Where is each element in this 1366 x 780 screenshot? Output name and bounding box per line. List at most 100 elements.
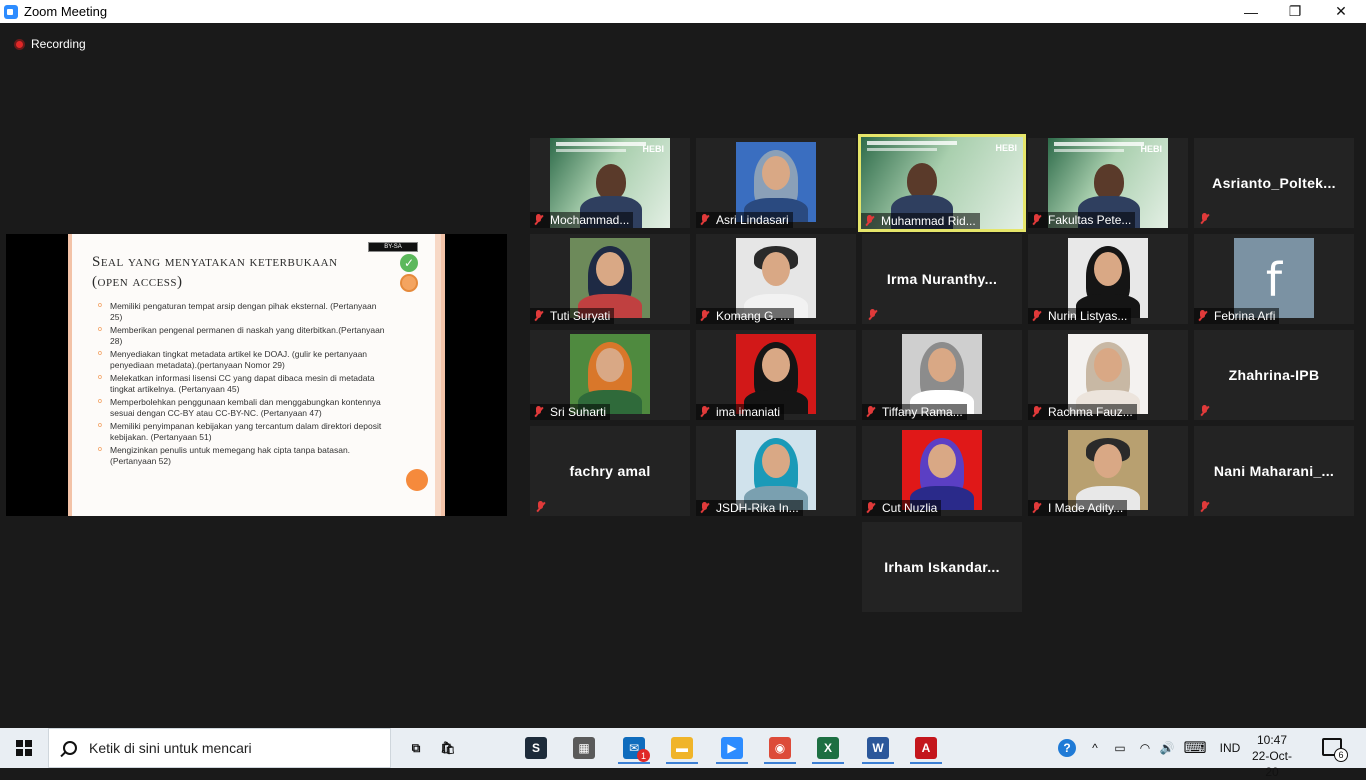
mic-muted-icon [1198, 213, 1212, 225]
participant-photo [736, 334, 816, 414]
mic-muted-icon [864, 502, 878, 514]
windows-start-icon[interactable] [16, 740, 32, 756]
calculator-taskbar-button[interactable]: ▦ [564, 732, 604, 764]
app-s-taskbar-button[interactable]: S [516, 732, 556, 764]
zoom-taskbar-button[interactable]: ▶ [712, 732, 752, 764]
minimize-button[interactable]: — [1228, 0, 1274, 23]
mic-muted-icon [698, 502, 712, 514]
participant-name-bar: Asri Lindasari [696, 212, 793, 228]
participant-name: fachry amal [569, 463, 651, 479]
open-access-icon [400, 274, 418, 292]
chevron-up-icon[interactable]: ^ [1086, 728, 1104, 768]
recording-indicator[interactable]: Recording [14, 37, 86, 51]
participant-tile[interactable]: Sri Suharti [530, 330, 690, 420]
participant-photo [1068, 430, 1148, 510]
participant-name: I Made Adity... [1048, 501, 1124, 515]
search-icon [63, 741, 77, 755]
participant-tile[interactable]: Asri Lindasari [696, 138, 856, 228]
mic-muted-icon [698, 310, 712, 322]
word-taskbar-button[interactable]: W [858, 732, 898, 764]
participant-photo [570, 334, 650, 414]
acrobat-taskbar-button[interactable]: A [906, 732, 946, 764]
participant-name: Irma Nuranthy... [886, 271, 998, 287]
store-taskbar-button[interactable]: 🛍 [428, 732, 468, 764]
help-icon[interactable]: ? [1056, 728, 1078, 768]
search-placeholder: Ketik di sini untuk mencari [89, 740, 252, 756]
mic-muted-icon [1198, 501, 1212, 513]
excel-taskbar-button[interactable]: X [808, 732, 848, 764]
restore-button[interactable]: ❐ [1272, 0, 1318, 23]
participant-name: Mochammad... [550, 213, 630, 227]
participant-tile[interactable]: Cut Nuzlia [862, 426, 1022, 516]
keyboard-icon[interactable]: ⌨ [1182, 728, 1208, 768]
participant-name: JSDH-Rika In... [716, 501, 799, 515]
windows-taskbar: Ketik di sini untuk mencari ⧉ 🛍 S ▦ ✉ 1 ▬ ▶ ◉ X W A… [0, 728, 1366, 779]
participant-tile[interactable]: Tuti Suryati [530, 234, 690, 324]
participant-photo [902, 430, 982, 510]
participant-tile[interactable]: Komang G. ... [696, 234, 856, 324]
participant-tile[interactable]: Tiffany Rama... [862, 330, 1022, 420]
mic-muted-icon [534, 501, 548, 513]
mail-taskbar-button[interactable]: ✉ 1 [614, 732, 654, 764]
slide-bullet-item: Memberikan pengenal permanen di naskah y… [98, 325, 388, 346]
mic-muted-icon [864, 406, 878, 418]
participant-tile[interactable]: Irham Iskandar... [862, 522, 1022, 612]
notification-count-badge: 6 [1334, 748, 1348, 762]
slide-bullet-item: Melekatkan informasi lisensi CC yang dap… [98, 373, 388, 394]
participant-tile[interactable]: HEBI Muhammad Rid... [858, 134, 1026, 232]
recording-label: Recording [31, 37, 86, 51]
wifi-icon[interactable]: ◠ [1135, 728, 1155, 768]
mic-muted-icon [698, 406, 712, 418]
participant-name-bar: Mochammad... [530, 212, 634, 228]
participant-name: Komang G. ... [716, 309, 791, 323]
participant-name: Tiffany Rama... [882, 405, 963, 419]
shared-screen[interactable]: Seal yang menyatakan keterbukaan (open a… [6, 234, 507, 516]
mic-muted-icon [866, 309, 880, 321]
participant-name: Nani Maharani_... [1213, 463, 1335, 479]
slide-bullet-list: Memiliki pengaturan tempat arsip dengan … [98, 301, 388, 469]
volume-icon[interactable]: 🔊 [1157, 728, 1177, 768]
participant-name: Muhammad Rid... [881, 214, 976, 228]
participant-name: Cut Nuzlia [882, 501, 938, 515]
app-s-icon: S [525, 737, 547, 759]
participant-tile[interactable]: Nurin Listyas... [1028, 234, 1188, 324]
participant-tile[interactable]: HEBI Fakultas Pete... [1028, 138, 1188, 228]
slide-title: Seal yang menyatakan keterbukaan (open a… [92, 254, 338, 290]
participant-tile[interactable]: Zhahrina-IPB [1194, 330, 1354, 420]
file-explorer-icon: ▬ [671, 737, 693, 759]
participant-photo [902, 334, 982, 414]
participant-tile[interactable]: I Made Adity... [1028, 426, 1188, 516]
mic-muted-icon [1030, 310, 1044, 322]
decorative-dot-icon [406, 469, 428, 491]
excel-icon: X [817, 737, 839, 759]
participant-tile[interactable]: HEBI Mochammad... [530, 138, 690, 228]
participant-tile[interactable]: f Febrina Arfi [1194, 234, 1354, 324]
title-bar: Zoom Meeting — ❐ ✕ [0, 0, 1366, 23]
participant-tile[interactable]: JSDH-Rika In... [696, 426, 856, 516]
participant-name: Asri Lindasari [716, 213, 789, 227]
participant-tile[interactable]: Irma Nuranthy... [862, 234, 1022, 324]
taskbar-clock[interactable]: 10:47 22-Oct-20 [1250, 732, 1294, 780]
participant-name: ima imaniati [716, 405, 781, 419]
battery-icon[interactable]: ▭ [1110, 728, 1130, 768]
participant-photo [736, 142, 816, 222]
taskbar-search-box[interactable]: Ketik di sini untuk mencari [48, 728, 391, 768]
participant-tile[interactable]: fachry amal [530, 426, 690, 516]
participant-name-bar: JSDH-Rika In... [696, 500, 803, 516]
zoom-app-icon [4, 4, 18, 19]
participant-tile[interactable]: Asrianto_Poltek... [1194, 138, 1354, 228]
participant-name-bar: Fakultas Pete... [1028, 212, 1136, 228]
participant-name-bar: Tiffany Rama... [862, 404, 967, 420]
recording-icon [14, 38, 25, 50]
chrome-taskbar-button[interactable]: ◉ [760, 732, 800, 764]
participant-name: Tuti Suryati [550, 309, 611, 323]
participant-name-bar: Komang G. ... [696, 308, 795, 324]
participant-tile[interactable]: ima imaniati [696, 330, 856, 420]
window-title: Zoom Meeting [24, 4, 108, 19]
participant-name-bar: Rachma Fauz... [1028, 404, 1137, 420]
participant-tile[interactable]: Rachma Fauz... [1028, 330, 1188, 420]
participant-tile[interactable]: Nani Maharani_... [1194, 426, 1354, 516]
language-indicator[interactable]: IND [1214, 728, 1246, 768]
file-explorer-taskbar-button[interactable]: ▬ [662, 732, 702, 764]
close-button[interactable]: ✕ [1318, 0, 1364, 23]
